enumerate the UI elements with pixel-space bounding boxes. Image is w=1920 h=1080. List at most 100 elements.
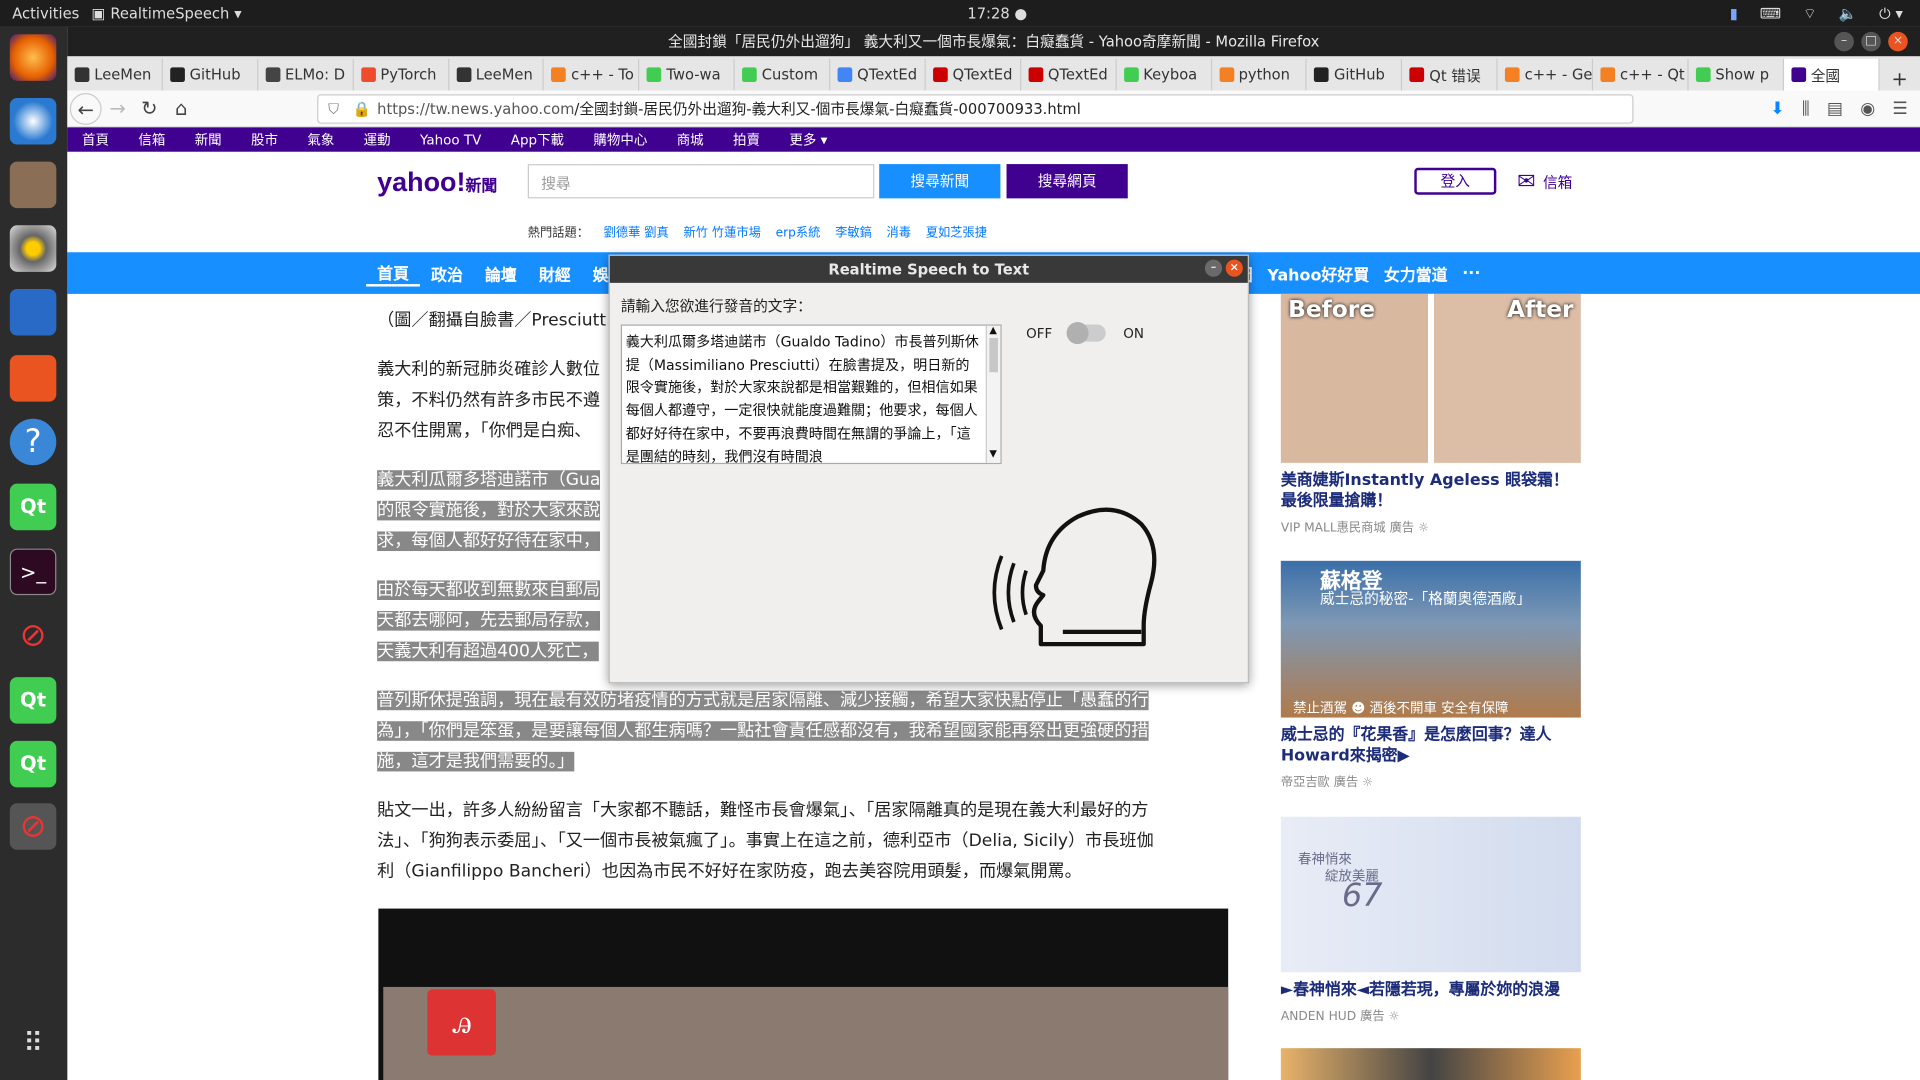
search-web-button[interactable]: 搜尋網頁: [1006, 164, 1128, 199]
browser-tab[interactable]: Custom: [735, 58, 831, 91]
system-tray[interactable]: ▮ ⌨ ⌔ 🔈 ⏻ ▾: [1730, 4, 1903, 22]
software-icon[interactable]: [9, 355, 57, 402]
browser-tab[interactable]: c++ - Ge: [1498, 58, 1594, 91]
close-button[interactable]: ×: [1888, 31, 1908, 52]
hot-topic-link[interactable]: 李敏鎬: [835, 222, 872, 240]
browser-tab[interactable]: QTextEd: [1021, 58, 1117, 91]
qt-creator-icon[interactable]: Qt: [9, 483, 57, 531]
scroll-thumb[interactable]: [989, 337, 998, 373]
blocked-app-icon[interactable]: ⊘: [10, 612, 57, 659]
video-player[interactable]: ꭿ: [378, 908, 1229, 1080]
ad-title[interactable]: ►春神悄來◄若隱若現，專屬於妳的浪漫: [1281, 980, 1581, 1001]
firefox-icon[interactable]: [9, 34, 57, 81]
ad-image[interactable]: Before After: [1280, 293, 1581, 463]
new-tab-button[interactable]: +: [1879, 67, 1920, 90]
power-icon[interactable]: ⏻ ▾: [1879, 4, 1903, 22]
rhythmbox-icon[interactable]: [9, 225, 57, 272]
hot-topic-link[interactable]: 消毒: [887, 222, 911, 240]
search-news-button[interactable]: 搜尋新聞: [879, 164, 1001, 199]
dialog-close-button[interactable]: ×: [1225, 259, 1243, 277]
browser-tab[interactable]: Two-wa: [639, 58, 735, 91]
clock[interactable]: 17:28 ●: [967, 5, 1027, 22]
menu-icon[interactable]: ☰: [1892, 99, 1907, 119]
speech-text-input[interactable]: 義大利瓜爾多塔迪諾市（Gualdo Tadino）市長普列斯休提（Massimi…: [620, 324, 1002, 465]
browser-tab[interactable]: c++ - Qt: [1593, 58, 1689, 91]
category-tab[interactable]: 女力當道: [1384, 261, 1448, 284]
maximize-button[interactable]: □: [1861, 31, 1881, 52]
writer-icon[interactable]: [9, 288, 57, 336]
browser-tab[interactable]: GitHub: [1307, 58, 1403, 91]
browser-tab[interactable]: c++ - To: [544, 58, 640, 91]
yahoo-nav-item[interactable]: 新聞: [180, 130, 236, 150]
scrollbar[interactable]: ▲ ▼: [985, 325, 1001, 463]
back-button[interactable]: ←: [69, 92, 102, 125]
browser-tab[interactable]: python: [1212, 58, 1308, 91]
search-input[interactable]: 搜尋: [527, 164, 875, 199]
ad-card[interactable]: 春神悄來 綻放美麗 67 ►春神悄來◄若隱若現，專屬於妳的浪漫 ANDEN HU…: [1280, 816, 1581, 1024]
scroll-down-icon[interactable]: ▼: [989, 444, 997, 463]
home-button[interactable]: ⌂: [165, 92, 197, 124]
account-icon[interactable]: ◉: [1860, 99, 1875, 119]
dialog-minimize-button[interactable]: –: [1204, 259, 1223, 277]
category-tab[interactable]: 政治: [420, 261, 474, 284]
ad-title[interactable]: 威士忌的『花果香』是怎麼回事？達人Howard來揭密▶: [1281, 725, 1581, 767]
ad-card[interactable]: Before After 美商婕斯Instantly Ageless 眼袋霜！最…: [1280, 293, 1581, 535]
terminal-icon[interactable]: >_: [9, 548, 57, 596]
category-tab[interactable]: 財經: [528, 261, 582, 284]
category-tab[interactable]: 首頁: [366, 260, 421, 286]
ad-title[interactable]: 美商婕斯Instantly Ageless 眼袋霜！最後限量搶購！: [1281, 470, 1581, 512]
category-tab[interactable]: Yahoo好好買: [1267, 261, 1369, 284]
speech-toggle[interactable]: [1066, 322, 1107, 345]
yahoo-nav-item[interactable]: 股市: [236, 130, 292, 150]
login-button[interactable]: 登入: [1414, 167, 1497, 195]
reload-button[interactable]: ↻: [133, 92, 165, 124]
keyboard-icon[interactable]: ⌨: [1760, 5, 1781, 22]
yahoo-nav-item[interactable]: 拍賣: [718, 130, 774, 150]
ad-image[interactable]: 春神悄來 綻放美麗 67: [1280, 816, 1581, 973]
help-icon[interactable]: ?: [9, 418, 57, 466]
browser-tab[interactable]: ELMo: D: [258, 58, 354, 91]
browser-tab[interactable]: GitHub: [163, 58, 259, 91]
shield-icon[interactable]: ⛉: [328, 96, 339, 123]
hot-topic-link[interactable]: 劉德華 劉真: [604, 222, 669, 240]
ad-image[interactable]: [1280, 1048, 1581, 1080]
yahoo-nav-item[interactable]: App下載: [496, 130, 579, 150]
url-bar[interactable]: ⛉ 🔒 https://tw.news.yahoo.com/全國封鎖-居民仍外出…: [317, 94, 1634, 144]
hot-topic-link[interactable]: erp系統: [776, 222, 821, 240]
yahoo-nav-item[interactable]: Yahoo TV: [405, 132, 496, 148]
forward-button[interactable]: →: [102, 92, 134, 124]
yahoo-nav-item[interactable]: 運動: [349, 130, 405, 150]
yahoo-nav-item[interactable]: 首頁: [67, 130, 123, 150]
yahoo-nav-item[interactable]: 氣象: [293, 130, 349, 150]
ad-card[interactable]: 蘇格登 威士忌的秘密-「格蘭奧德酒廠」 禁止酒駕 ☻ 酒後不開車 安全有保障 威…: [1280, 560, 1581, 790]
mail-link[interactable]: ✉ 信箱: [1517, 169, 1572, 195]
browser-tab[interactable]: LeeMen: [67, 58, 163, 91]
files-icon[interactable]: [9, 161, 57, 209]
browser-tab[interactable]: LeeMen: [449, 58, 545, 91]
yahoo-logo[interactable]: yahoo!新聞: [377, 167, 497, 199]
yahoo-nav-item[interactable]: 更多 ▾: [775, 130, 842, 150]
browser-tab[interactable]: QTextEd: [926, 58, 1021, 91]
app-menu[interactable]: ▣ RealtimeSpeech ▾: [92, 5, 242, 22]
library-icon[interactable]: ⫼: [1802, 99, 1810, 119]
hot-topic-link[interactable]: 新竹 竹蓮市場: [684, 222, 761, 240]
yahoo-nav-item[interactable]: 商城: [662, 130, 718, 150]
network-icon[interactable]: ⌔: [1803, 4, 1817, 22]
browser-tab[interactable]: Qt 错误: [1402, 58, 1498, 91]
qt-assistant-icon[interactable]: Qt: [9, 740, 57, 788]
ad-image[interactable]: 蘇格登 威士忌的秘密-「格蘭奧德酒廠」 禁止酒駕 ☻ 酒後不開車 安全有保障: [1280, 560, 1581, 718]
browser-tab[interactable]: Show p: [1688, 58, 1784, 91]
category-tab[interactable]: 論壇: [474, 261, 528, 284]
browser-tab[interactable]: QTextEd: [830, 58, 926, 91]
sidebar-icon[interactable]: ▤: [1827, 99, 1843, 119]
volume-icon[interactable]: 🔈: [1839, 5, 1857, 22]
download-icon[interactable]: ⬇: [1770, 99, 1784, 119]
minimize-button[interactable]: –: [1834, 31, 1854, 52]
show-apps-icon[interactable]: ⠿: [10, 1021, 57, 1068]
thunderbird-icon[interactable]: [9, 97, 57, 145]
dialog-titlebar[interactable]: Realtime Speech to Text – ×: [609, 255, 1248, 283]
browser-tab[interactable]: PyTorch: [353, 58, 449, 91]
qt-designer-icon[interactable]: Qt: [9, 677, 57, 724]
activities-button[interactable]: Activities: [0, 5, 92, 22]
browser-tab[interactable]: 全國: [1783, 58, 1880, 91]
